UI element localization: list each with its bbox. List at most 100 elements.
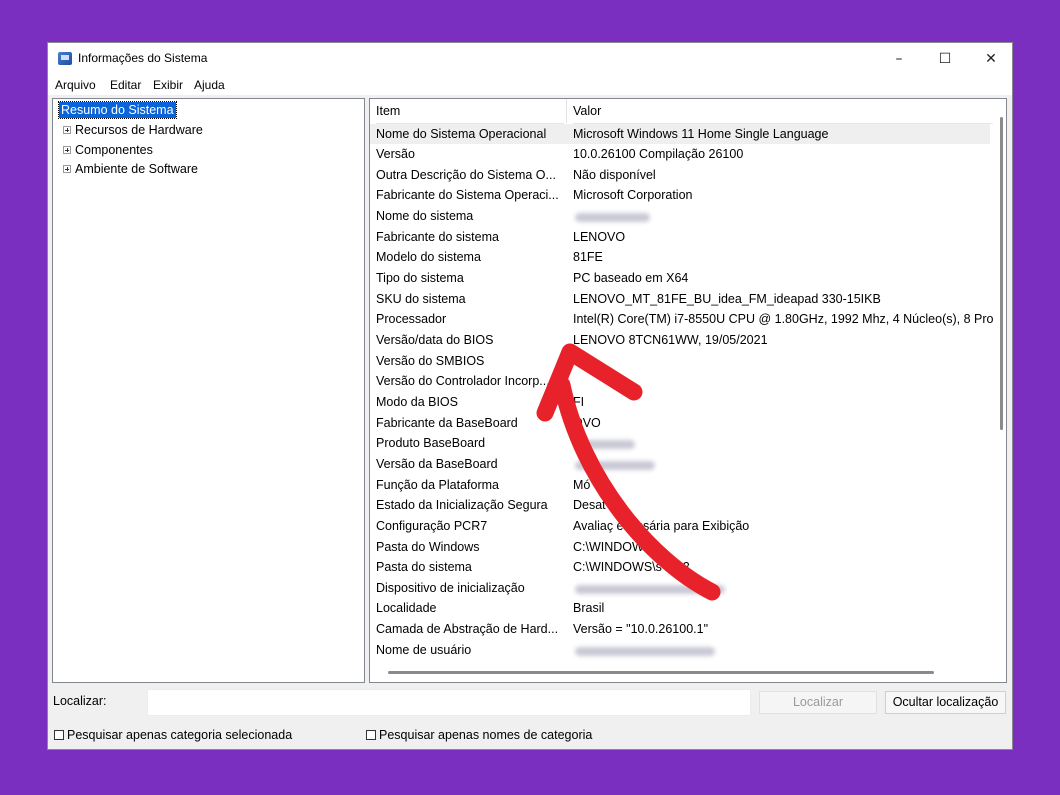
row-value: LENOVO 8TCN61WW, 19/05/2021 <box>573 333 993 347</box>
vertical-scrollbar[interactable] <box>1000 117 1003 430</box>
menu-exibir[interactable]: Exibir <box>153 78 183 92</box>
row-value: Microsoft Corporation <box>573 188 993 202</box>
row-item-label: Estado da Inicialização Segura <box>376 498 561 512</box>
table-row[interactable]: Versão do SMBIOS <box>370 351 990 372</box>
tree-item-label: Componentes <box>75 143 153 157</box>
tree-item-label: Recursos de Hardware <box>75 123 203 137</box>
table-row[interactable]: Configuração PCR7 Avaliaç ecessária para … <box>370 516 990 537</box>
expand-icon[interactable] <box>63 146 71 154</box>
table-row[interactable]: Modelo do sistema 81FE <box>370 247 990 268</box>
menu-ajuda[interactable]: Ajuda <box>194 78 225 92</box>
table-row[interactable]: LocalidadeBrasil <box>370 598 990 619</box>
table-row[interactable]: Versão 10.0.26100 Compilação 26100 <box>370 144 990 165</box>
tree-item-label: Ambiente de Software <box>75 162 198 176</box>
row-item-label: Versão <box>376 147 561 161</box>
table-row[interactable]: Estado da Inicialização Segura Desat do <box>370 495 990 516</box>
table-row[interactable]: Fabricante da BaseBoard OVO <box>370 413 990 434</box>
table-row[interactable]: Nome do Sistema OperacionalMicrosoft Win… <box>370 124 990 145</box>
table-row[interactable]: SKU do sistemaLENOVO_MT_81FE_BU_idea_FM_… <box>370 289 990 310</box>
row-value: 10.0.26100 Compilação 26100 <box>573 147 993 161</box>
table-row[interactable]: Fabricante do sistemaLENOVO <box>370 227 990 248</box>
table-row[interactable]: Outra Descrição do Sistema O...Não dispo… <box>370 165 990 186</box>
table-row[interactable]: Produto BaseBoard <box>370 433 990 454</box>
row-item-label: Tipo do sistema <box>376 271 561 285</box>
checkbox-box[interactable] <box>366 730 376 740</box>
search-category-names-checkbox[interactable]: Pesquisar apenas nomes de categoria <box>366 728 592 742</box>
table-row[interactable]: Camada de Abstração de Hard... Versão = "… <box>370 619 990 640</box>
find-button[interactable]: Localizar <box>759 691 877 714</box>
maximize-button[interactable]: ☐ <box>922 43 968 75</box>
table-row[interactable]: Versão da BaseBoard <box>370 454 990 475</box>
table-row[interactable]: Pasta do Windows C:\WINDOW <box>370 537 990 558</box>
row-item-label: Pasta do Windows <box>376 540 561 554</box>
menu-bar: Arquivo Editar Exibir Ajuda <box>48 75 1012 95</box>
row-item-label: Configuração PCR7 <box>376 519 561 533</box>
row-item-label: Modo da BIOS <box>376 395 561 409</box>
row-item-label: Versão da BaseBoard <box>376 457 561 471</box>
column-header-item[interactable]: Item <box>376 99 564 124</box>
tree-item-componentes[interactable]: Componentes <box>63 143 153 161</box>
row-item-label: Camada de Abstração de Hard... <box>376 622 561 636</box>
close-button[interactable]: ✕ <box>968 43 1014 75</box>
expand-icon[interactable] <box>63 165 71 173</box>
system-info-app-icon <box>58 52 72 65</box>
tree-item-ambiente-de-software[interactable]: Ambiente de Software <box>63 162 198 180</box>
row-value: C:\WINDOW <box>573 540 993 554</box>
row-value: PC baseado em X64 <box>573 271 993 285</box>
table-row[interactable]: Tipo do sistema PC baseado em X64 <box>370 268 990 289</box>
table-row[interactable]: Modo da BIOS FI <box>370 392 990 413</box>
find-input[interactable] <box>147 689 751 716</box>
row-item-label: Nome do Sistema Operacional <box>376 127 561 141</box>
find-bar: Localizar: Localizar Ocultar localização… <box>48 685 1012 751</box>
column-header-value[interactable]: Valor <box>573 99 993 124</box>
row-item-label: Localidade <box>376 601 561 615</box>
expand-icon[interactable] <box>63 126 71 134</box>
row-value: Avaliaç ecessária para Exibição <box>573 519 993 533</box>
row-item-label: Nome do sistema <box>376 209 561 223</box>
row-value: C:\WINDOWS\s m32 <box>573 560 993 574</box>
system-information-window: Informações do Sistema – ☐ ✕ Arquivo Edi… <box>47 42 1013 750</box>
tree-item-recursos-de-hardware[interactable]: Recursos de Hardware <box>63 123 203 141</box>
row-value: Desat do <box>573 498 993 512</box>
find-label: Localizar: <box>53 694 107 708</box>
table-row[interactable]: Função da PlataformaMó <box>370 475 990 496</box>
row-item-label: Fabricante do Sistema Operaci... <box>376 188 561 202</box>
tree-item-resumo-do-sistema[interactable]: Resumo do Sistema <box>59 102 176 118</box>
row-item-label: Dispositivo de inicialização <box>376 581 561 595</box>
horizontal-scrollbar[interactable] <box>388 671 934 674</box>
row-item-label: Fabricante do sistema <box>376 230 561 244</box>
redacted-value <box>575 585 725 594</box>
row-item-label: Versão do SMBIOS <box>376 354 561 368</box>
checkbox-box[interactable] <box>54 730 64 740</box>
table-row[interactable]: Pasta do sistemaC:\WINDOWS\s m32 <box>370 557 990 578</box>
search-selected-category-checkbox[interactable]: Pesquisar apenas categoria selecionada <box>54 728 292 742</box>
table-row[interactable]: Versão do Controlador Incorp... <box>370 371 990 392</box>
table-row[interactable]: ProcessadorIntel(R) Core(TM) i7-8550U CP… <box>370 309 990 330</box>
row-value: 81FE <box>573 250 993 264</box>
table-row[interactable]: Fabricante do Sistema Operaci... Microsof… <box>370 185 990 206</box>
row-value: Versão = "10.0.26100.1" <box>573 622 993 636</box>
table-row[interactable]: Versão/data do BIOS LENOVO 8TCN61WW, 19/0… <box>370 330 990 351</box>
checkbox-label: Pesquisar apenas nomes de categoria <box>379 728 592 742</box>
category-tree: Resumo do Sistema Recursos de Hardware C… <box>52 98 365 683</box>
table-row[interactable]: Dispositivo de inicialização <box>370 578 990 599</box>
checkbox-label: Pesquisar apenas categoria selecionada <box>67 728 292 742</box>
hide-find-button[interactable]: Ocultar localização <box>885 691 1006 714</box>
menu-editar[interactable]: Editar <box>110 78 141 92</box>
redacted-value <box>575 213 650 222</box>
row-item-label: SKU do sistema <box>376 292 561 306</box>
minimize-button[interactable]: – <box>876 43 922 75</box>
row-item-label: Fabricante da BaseBoard <box>376 416 561 430</box>
table-row[interactable]: Nome de usuário <box>370 640 990 661</box>
title-bar: Informações do Sistema – ☐ ✕ <box>48 43 1012 75</box>
redacted-value <box>575 647 715 656</box>
row-value: FI <box>573 395 993 409</box>
row-item-label: Versão/data do BIOS <box>376 333 561 347</box>
row-item-label: Outra Descrição do Sistema O... <box>376 168 561 182</box>
menu-arquivo[interactable]: Arquivo <box>55 78 96 92</box>
row-value: Intel(R) Core(TM) i7-8550U CPU @ 1.80GHz… <box>573 312 993 326</box>
column-divider[interactable] <box>566 99 567 123</box>
row-item-label: Modelo do sistema <box>376 250 561 264</box>
table-row[interactable]: Nome do sistema <box>370 206 990 227</box>
row-value: OVO <box>573 416 993 430</box>
